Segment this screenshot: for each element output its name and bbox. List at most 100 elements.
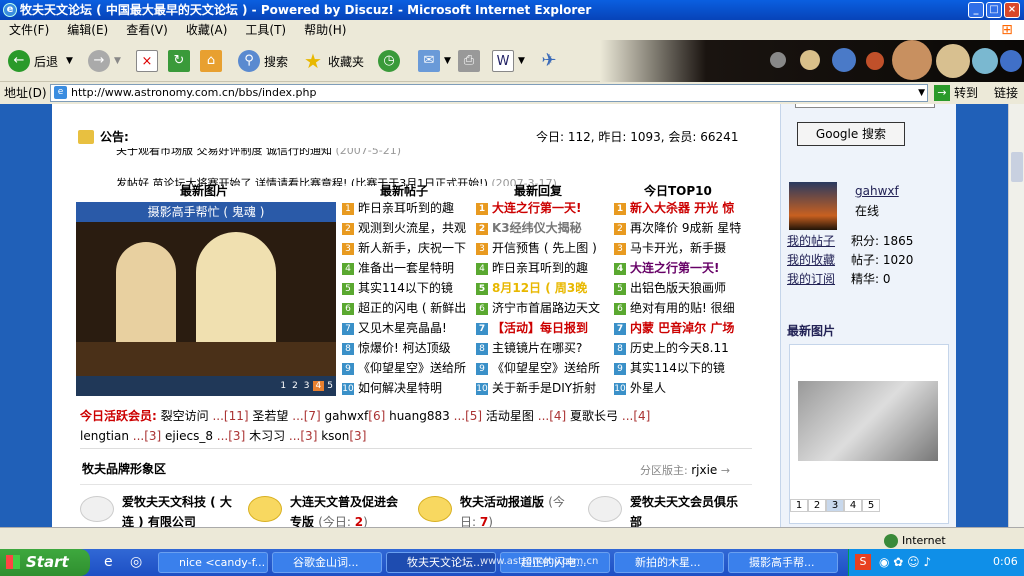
search-button[interactable]: ⚲ 搜索 (238, 46, 288, 76)
elite-stat: 精华: 0 (851, 272, 891, 286)
list-item[interactable]: 2 观测到火流星，共观 (342, 218, 470, 238)
my-favorites-link[interactable]: 我的收藏 (787, 251, 835, 270)
list-item[interactable]: 1 新入大杀器 开光 惊 (614, 198, 754, 218)
forward-button[interactable]: → ▼ (88, 46, 121, 76)
member-link[interactable]: ejiecs_8 (165, 429, 213, 443)
links-button[interactable]: 链接 (994, 82, 1018, 104)
list-item[interactable]: 1 昨日亲耳听到的趣 (342, 198, 470, 218)
member-link[interactable]: huang883 (389, 409, 450, 423)
my-posts-link[interactable]: 我的帖子 (787, 232, 835, 251)
list-item[interactable]: 3 马卡开光，新手摄 (614, 238, 754, 258)
back-dropdown-icon[interactable]: ▼ (66, 56, 73, 66)
list-item[interactable]: 8 主镜镜片在哪买? (476, 338, 604, 358)
menu-tools[interactable]: 工具(T) (236, 20, 295, 40)
vertical-scrollbar[interactable] (1008, 104, 1024, 527)
refresh-button[interactable]: ↻ (168, 46, 194, 76)
taskbar-item[interactable]: 谷歌金山词... (272, 552, 382, 573)
print-button[interactable]: ⎙ (458, 46, 484, 76)
telescope-image[interactable] (798, 381, 938, 461)
list-item[interactable]: 4 准备出一套星特明 (342, 258, 470, 278)
image-slideshow[interactable]: 摄影高手帮忙 ( 鬼魂 ) 1 2 3 4 5 (76, 202, 336, 396)
member-link[interactable]: 木习习 (249, 429, 285, 443)
member-link[interactable]: kson (321, 429, 349, 443)
list-item[interactable]: 3 开信预售 ( 先上图 ) (476, 238, 604, 258)
pager-4[interactable]: 4 (844, 499, 862, 512)
stop-button[interactable]: × (136, 46, 162, 76)
menu-favorites[interactable]: 收藏(A) (177, 20, 237, 40)
member-link[interactable]: lengtian (80, 429, 129, 443)
list-item[interactable]: 4 昨日亲耳听到的趣 (476, 258, 604, 278)
list-item[interactable]: 10 关于新手是DIY折射 (476, 378, 604, 398)
minimize-button[interactable]: _ (968, 2, 984, 18)
list-item[interactable]: 9 《仰望星空》送给所 (342, 358, 470, 378)
pager-3[interactable]: 3 (826, 499, 844, 512)
menu-help[interactable]: 帮助(H) (295, 20, 355, 40)
menu-edit[interactable]: 编辑(E) (58, 20, 117, 40)
maximize-button[interactable]: □ (986, 2, 1002, 18)
list-item[interactable]: 7 内蒙 巴音淖尔 广场 (614, 318, 754, 338)
member-link[interactable]: 圣若望 (252, 409, 288, 423)
taskbar-item[interactable]: 新拍的木星... (614, 552, 724, 573)
home-button[interactable]: ⌂ (200, 46, 226, 76)
goto-button[interactable]: → 转到 (934, 82, 978, 104)
list-item[interactable]: 1 大连之行第一天! (476, 198, 604, 218)
list-item[interactable]: 10 如何解决星特明 (342, 378, 470, 398)
list-item[interactable]: 5 出铝色版天狼画师 (614, 278, 754, 298)
pager-5[interactable]: 5 (324, 381, 336, 391)
edit-button[interactable]: W ▼ (492, 46, 525, 76)
search-input[interactable] (795, 104, 935, 108)
list-item[interactable]: 3 新人新手，庆祝一下 (342, 238, 470, 258)
my-subscriptions-link[interactable]: 我的订阅 (787, 270, 835, 289)
list-item[interactable]: 9 《仰望星空》送给所 (476, 358, 604, 378)
member-link[interactable]: 裂空访问 (161, 409, 209, 423)
quicklaunch-icon[interactable]: ◎ (130, 554, 142, 570)
pager-4[interactable]: 4 (312, 381, 325, 391)
list-item[interactable]: 4 大连之行第一天! (614, 258, 754, 278)
pager-5[interactable]: 5 (862, 499, 880, 512)
pager-2[interactable]: 2 (808, 499, 826, 512)
scrollbar-thumb[interactable] (1011, 152, 1023, 182)
list-item[interactable]: 7 【活动】每日报到 (476, 318, 604, 338)
start-button[interactable]: Start (0, 549, 90, 576)
username-link[interactable]: gahwxf (855, 184, 899, 198)
menu-view[interactable]: 查看(V) (117, 20, 177, 40)
list-item[interactable]: 8 历史上的今天8.11 (614, 338, 754, 358)
menu-file[interactable]: 文件(F) (0, 20, 58, 40)
ie-quicklaunch-icon[interactable]: e (104, 554, 113, 570)
member-link[interactable]: 活动星图 (486, 409, 534, 423)
url-input[interactable]: e http://www.astronomy.com.cn/bbs/index.… (50, 84, 928, 102)
pager-1[interactable]: 1 (277, 381, 289, 391)
list-item[interactable]: 7 又见木星亮晶晶! (342, 318, 470, 338)
list-item[interactable]: 9 其实114以下的镜 (614, 358, 754, 378)
messenger-button[interactable]: ✈ (538, 46, 564, 76)
list-item[interactable]: 6 超正的闪电 ( 新鲜出 (342, 298, 470, 318)
tray-icons[interactable]: ◉ ✿ ☺ ♪ (879, 555, 931, 569)
list-item[interactable]: 6 济宁市首届路边天文 (476, 298, 604, 318)
moderator-link[interactable]: rjxie (691, 463, 717, 477)
taskbar-item[interactable]: nice <candy-f... (158, 552, 268, 573)
sidebar-image-box[interactable]: 1 2 3 4 5 (789, 344, 949, 524)
taskbar-item[interactable]: 摄影高手帮... (728, 552, 838, 573)
history-button[interactable]: ◷ (378, 46, 404, 76)
tray-app-icon[interactable]: S (855, 554, 871, 570)
list-item[interactable]: 8 惊爆价! 柯达顶级 (342, 338, 470, 358)
list-item[interactable]: 6 绝对有用的贴! 很细 (614, 298, 754, 318)
notice-line-1[interactable]: 关于观看市场版 交易好评制度 诚信行的通知 (2007-5-21) (116, 148, 401, 162)
url-dropdown-icon[interactable]: ▼ (918, 85, 925, 101)
pager-3[interactable]: 3 (301, 381, 313, 391)
list-item[interactable]: 2 K3经纬仪大揭秘 (476, 218, 604, 238)
list-item[interactable]: 5 8月12日 ( 周3晚 (476, 278, 604, 298)
google-search-button[interactable]: Google 搜索 (797, 122, 905, 146)
pager-2[interactable]: 2 (289, 381, 301, 391)
pager-1[interactable]: 1 (790, 499, 808, 512)
list-item[interactable]: 10 外星人 (614, 378, 754, 398)
list-item[interactable]: 2 再次降价 9成新 星特 (614, 218, 754, 238)
member-link[interactable]: gahwxf (325, 409, 369, 423)
avatar[interactable] (789, 182, 837, 230)
member-link[interactable]: 夏歌长弓 (570, 409, 618, 423)
mail-button[interactable]: ✉ ▼ (418, 46, 451, 76)
favorites-button[interactable]: ★ 收藏夹 (302, 46, 364, 76)
list-item[interactable]: 5 其实114以下的镜 (342, 278, 470, 298)
close-button[interactable]: × (1004, 2, 1020, 18)
back-button[interactable]: ← 后退 ▼ (8, 46, 73, 76)
